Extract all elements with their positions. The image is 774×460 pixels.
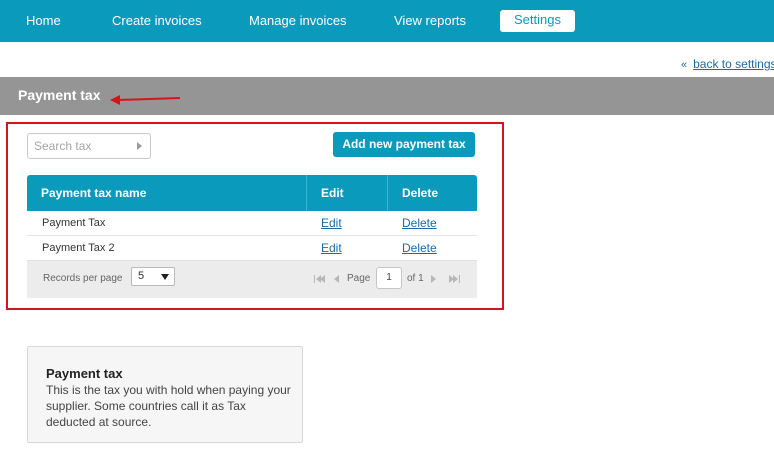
column-divider bbox=[387, 175, 388, 211]
column-header-delete: Delete bbox=[402, 186, 439, 200]
annotation-arrow-icon bbox=[110, 95, 181, 105]
first-page-bar bbox=[314, 275, 315, 283]
table-pager: Records per page 5 Page 1 of 1 bbox=[27, 261, 477, 298]
search-tax-field[interactable] bbox=[27, 133, 151, 159]
payment-tax-table: Payment tax name Edit Delete Payment Tax… bbox=[27, 175, 477, 298]
delete-link[interactable]: Delete bbox=[402, 216, 437, 230]
info-title: Payment tax bbox=[46, 366, 123, 381]
caret-down-icon bbox=[161, 274, 169, 280]
delete-link[interactable]: Delete bbox=[402, 241, 437, 255]
table-row: Payment Tax Edit Delete bbox=[27, 211, 477, 236]
info-panel: Payment tax This is the tax you with hol… bbox=[27, 346, 303, 443]
last-page-icon-2[interactable] bbox=[453, 275, 458, 283]
page-title: Payment tax bbox=[18, 87, 101, 103]
nav-home[interactable]: Home bbox=[26, 13, 61, 28]
nav-settings[interactable]: Settings bbox=[500, 10, 575, 32]
nav-create-invoices[interactable]: Create invoices bbox=[112, 13, 202, 28]
nav-manage-invoices[interactable]: Manage invoices bbox=[249, 13, 347, 28]
page-count-label: of 1 bbox=[407, 273, 424, 284]
double-chevron-left-icon: « bbox=[681, 59, 688, 71]
tax-name-cell: Payment Tax 2 bbox=[42, 242, 115, 254]
records-per-page-value: 5 bbox=[138, 270, 145, 282]
tax-name-cell: Payment Tax bbox=[42, 217, 106, 229]
top-navigation: Home Create invoices Manage invoices Vie… bbox=[0, 0, 774, 42]
search-input[interactable] bbox=[34, 137, 132, 155]
info-description: This is the tax you with hold when payin… bbox=[46, 383, 291, 429]
edit-link[interactable]: Edit bbox=[321, 241, 342, 255]
page-label: Page bbox=[347, 273, 371, 284]
next-page-icon[interactable] bbox=[431, 275, 436, 283]
table-header: Payment tax name Edit Delete bbox=[27, 175, 477, 211]
page-number-input[interactable]: 1 bbox=[376, 267, 402, 289]
table-row: Payment Tax 2 Edit Delete bbox=[27, 236, 477, 261]
records-per-page-select[interactable]: 5 bbox=[131, 267, 175, 286]
column-divider bbox=[306, 175, 307, 211]
nav-view-reports[interactable]: View reports bbox=[394, 13, 466, 28]
column-header-name[interactable]: Payment tax name bbox=[41, 175, 146, 211]
first-page-icon-2[interactable] bbox=[320, 275, 325, 283]
search-arrow-icon[interactable] bbox=[137, 142, 142, 150]
back-link-label: back to settings bbox=[693, 57, 774, 71]
column-header-edit: Edit bbox=[321, 186, 344, 200]
add-new-payment-tax-button[interactable]: Add new payment tax bbox=[333, 132, 475, 157]
previous-page-icon[interactable] bbox=[334, 275, 339, 283]
records-per-page-label: Records per page bbox=[43, 273, 123, 284]
last-page-bar bbox=[459, 275, 460, 283]
edit-link[interactable]: Edit bbox=[321, 216, 342, 230]
back-to-settings-link[interactable]: « back to settings bbox=[681, 57, 774, 71]
